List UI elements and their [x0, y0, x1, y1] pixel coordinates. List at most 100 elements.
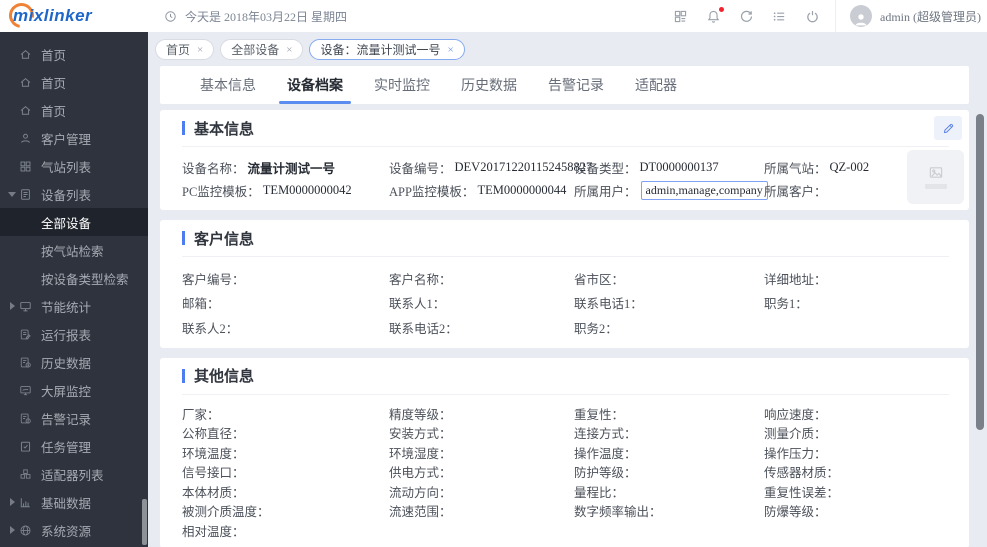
field-label: 流速范围：	[389, 505, 452, 520]
field: 流动方向：	[389, 482, 574, 502]
field: 环境温度：	[182, 443, 389, 463]
field: 重复性误差：	[764, 482, 949, 502]
other-info-fields: 厂家： 精度等级： 重复性： 响应速度： 公称直径： 安装方式： 连接方式： 测…	[182, 395, 949, 541]
breadcrumb-tag[interactable]: 设备：流量计测试一号 ×	[309, 39, 465, 60]
grid-icon	[19, 160, 32, 173]
report-icon	[19, 328, 32, 341]
brand-logo[interactable]: mixlinker	[0, 0, 148, 33]
field-label: 公称直径：	[182, 427, 245, 442]
tab[interactable]: 设备档案	[279, 66, 351, 104]
refresh-icon[interactable]	[738, 8, 754, 24]
field-label: 客户编号：	[182, 272, 245, 287]
field: 传感器材质：	[764, 462, 949, 482]
sidebar-item-label: 历史数据	[41, 356, 92, 371]
sidebar-item-label: 设备列表	[41, 188, 92, 203]
device-image-placeholder[interactable]	[907, 150, 964, 204]
power-icon[interactable]	[804, 8, 820, 24]
sidebar-item[interactable]: 首页	[0, 96, 148, 124]
sidebar-item[interactable]: 任务管理	[0, 432, 148, 460]
list-icon[interactable]	[771, 8, 787, 24]
field-value[interactable]: admin,manage,company	[640, 181, 768, 200]
field-label: 联系电话2：	[389, 321, 458, 336]
field-label: 响应速度：	[764, 407, 827, 422]
sidebar-item-label: 系统资源	[41, 524, 92, 539]
caret-icon	[8, 386, 16, 394]
sidebar-item[interactable]: 按气站检索	[0, 236, 148, 264]
field: 响应速度：	[764, 404, 949, 424]
edit-button[interactable]	[934, 116, 962, 140]
sidebar-item[interactable]: 告警记录	[0, 404, 148, 432]
field: 环境湿度：	[389, 443, 574, 463]
clock-icon	[164, 10, 177, 23]
field-label: 操作温度：	[574, 446, 637, 461]
section-title: 其他信息	[194, 369, 255, 385]
sidebar-item-label: 全部设备	[41, 216, 92, 231]
field-label: 设备编号：	[389, 162, 452, 176]
breadcrumb-tag[interactable]: 首页 ×	[155, 39, 215, 60]
field: 联系电话1：	[574, 291, 764, 316]
field-value: 流量计测试一号	[247, 162, 336, 176]
sidebar-item[interactable]: 历史数据	[0, 348, 148, 376]
close-icon[interactable]: ×	[286, 44, 292, 56]
sidebar-item[interactable]: 运行报表	[0, 320, 148, 348]
field-label: 测量介质：	[764, 427, 827, 442]
caret-icon	[8, 330, 16, 338]
field: APP监控模板： TEM0000000044	[389, 179, 574, 202]
sidebar-item[interactable]: 大屏监控	[0, 376, 148, 404]
apps-icon[interactable]	[672, 8, 688, 24]
globe-icon	[19, 524, 32, 537]
sidebar-item[interactable]: 首页	[0, 68, 148, 96]
field-label: 所属客户：	[764, 185, 827, 199]
field-label: 精度等级：	[389, 407, 452, 422]
field: 量程比：	[574, 482, 764, 502]
field-value: TEM0000000044	[477, 183, 567, 197]
field-label: 设备名称：	[182, 162, 245, 176]
customer-info-section: 客户信息 客户编号： 客户名称： 省市区： 详细地址： 邮箱： 联系人1： 联系…	[160, 220, 969, 348]
sidebar-item[interactable]: 节能统计	[0, 292, 148, 320]
tab[interactable]: 适配器	[635, 66, 677, 104]
user-icon	[19, 132, 32, 145]
sidebar-item[interactable]: 基础数据	[0, 488, 148, 516]
bell-icon[interactable]	[705, 7, 724, 24]
sidebar-item-label: 任务管理	[41, 440, 92, 455]
sidebar-item[interactable]: 适配器列表	[0, 460, 148, 488]
chart-icon	[19, 496, 32, 509]
tab[interactable]: 基本信息	[200, 66, 256, 104]
field: 邮箱：	[182, 291, 389, 316]
field: 设备类型： DT0000000137	[574, 156, 764, 179]
page-scrollbar-thumb[interactable]	[976, 114, 984, 430]
sidebar-item-label: 告警记录	[41, 412, 92, 427]
close-icon[interactable]: ×	[197, 44, 203, 56]
tab-bar: 基本信息 设备档案 实时监控 历史数据 告警记录 适配器	[160, 66, 969, 104]
sidebar-item-label: 按设备类型检索	[41, 272, 129, 287]
sidebar-item[interactable]: 系统资源	[0, 516, 148, 544]
username: admin (超级管理员)	[880, 9, 981, 24]
caret-icon	[8, 442, 16, 450]
date-display: 今天是 2018年03月22日 星期四	[164, 8, 347, 25]
sidebar-item[interactable]: 按设备类型检索	[0, 264, 148, 292]
field: 供电方式：	[389, 462, 574, 482]
sidebar-item[interactable]: 气站列表	[0, 152, 148, 180]
avatar	[850, 5, 872, 27]
sidebar-item[interactable]: 客户管理	[0, 124, 148, 152]
breadcrumb-tag[interactable]: 全部设备 ×	[220, 39, 304, 60]
caret-icon	[8, 470, 16, 478]
sidebar-scrollbar-thumb[interactable]	[142, 499, 147, 545]
sidebar-item[interactable]: 设备列表	[0, 180, 148, 208]
user-menu[interactable]: admin (超级管理员)	[835, 0, 981, 32]
brand-name: mixlinker	[13, 6, 93, 25]
tab[interactable]: 实时监控	[374, 66, 430, 104]
sidebar-item[interactable]: 首页	[0, 40, 148, 68]
field-label: 量程比：	[574, 485, 625, 500]
field: 流速范围：	[389, 501, 574, 521]
content: 首页 × 全部设备 × 设备：流量计测试一号 × 基本信息 设备档案 实时监控 …	[148, 32, 987, 547]
tab[interactable]: 历史数据	[461, 66, 517, 104]
field: 设备编号： DEV201712201152458827	[389, 156, 592, 179]
field: 联系人2：	[182, 315, 389, 340]
field-label: 所属气站：	[764, 162, 827, 176]
tab[interactable]: 告警记录	[548, 66, 604, 104]
close-icon[interactable]: ×	[447, 44, 453, 56]
field-label: 厂家：	[182, 407, 220, 422]
sidebar-item[interactable]: 全部设备	[0, 208, 148, 236]
field-label: 职务2：	[574, 321, 618, 336]
